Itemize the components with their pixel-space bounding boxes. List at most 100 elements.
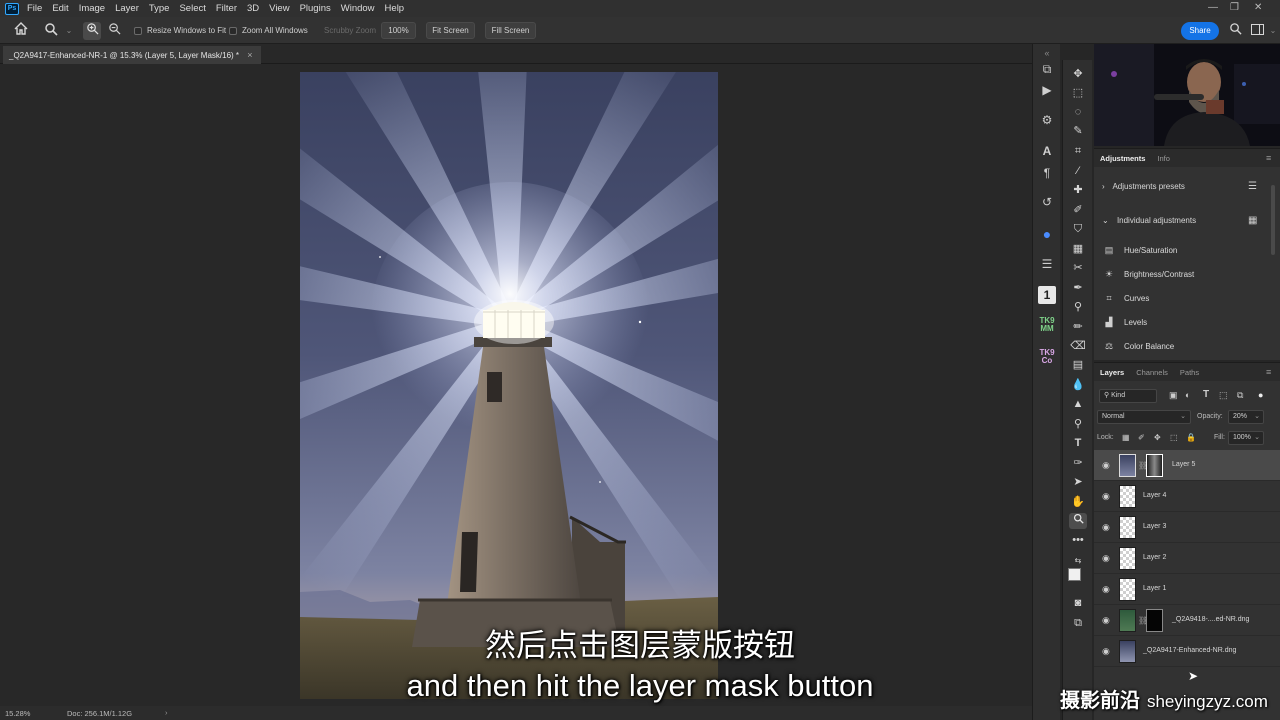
zoom-100-button[interactable]: 100%: [381, 22, 416, 39]
brush-tool-icon[interactable]: ✐: [1069, 202, 1087, 218]
layer-mask-thumbnail[interactable]: [1146, 609, 1163, 632]
plugin-circle-icon[interactable]: ●: [1038, 225, 1056, 243]
history-brush-icon[interactable]: ⧉: [1038, 60, 1056, 78]
eye-icon[interactable]: ◉: [1102, 553, 1112, 563]
character-icon[interactable]: A: [1038, 142, 1056, 160]
menu-layer[interactable]: Layer: [115, 3, 139, 14]
layer-row-layer-5[interactable]: ◉ ⛓ Layer 5: [1094, 450, 1280, 481]
adjustment-color-balance[interactable]: ⚖ Color Balance: [1102, 341, 1174, 352]
menu-filter[interactable]: Filter: [216, 3, 237, 14]
zoom-tool-icon[interactable]: [42, 22, 60, 40]
filter-type-icon[interactable]: T: [1203, 389, 1209, 400]
lock-position-icon[interactable]: ✥: [1154, 433, 1161, 442]
lasso-tool-icon[interactable]: ◌: [1069, 104, 1087, 120]
tab-channels[interactable]: Channels: [1136, 368, 1168, 377]
filter-toggle-icon[interactable]: ●: [1258, 390, 1263, 400]
layer-row-layer-2[interactable]: ◉ Layer 2: [1094, 543, 1280, 574]
marquee-tool-icon[interactable]: ⬚: [1069, 85, 1087, 101]
foreground-color-swatch[interactable]: [1068, 568, 1081, 581]
share-button[interactable]: Share: [1181, 22, 1219, 40]
fit-screen-button[interactable]: Fit Screen: [426, 22, 475, 39]
status-zoom[interactable]: 15.28%: [5, 709, 30, 718]
history-icon[interactable]: ↺: [1038, 193, 1056, 211]
pen-tool-icon[interactable]: ✑: [1069, 455, 1087, 471]
menu-window[interactable]: Window: [341, 3, 375, 14]
tk9-mm-icon[interactable]: TK9 MM: [1038, 317, 1056, 335]
adjustments-presets-row[interactable]: › Adjustments presets: [1102, 182, 1185, 191]
dodge-tool-icon[interactable]: ⚲: [1069, 416, 1087, 432]
stamp-tool-icon[interactable]: ⚲: [1069, 299, 1087, 315]
layer-row-layer-4[interactable]: ◉ Layer 4: [1094, 481, 1280, 512]
close-tab-icon[interactable]: ×: [247, 50, 252, 60]
sliders-icon[interactable]: ☰: [1038, 255, 1056, 273]
lock-all-icon[interactable]: 🔒: [1186, 433, 1196, 442]
resize-windows-checkbox[interactable]: Resize Windows to Fit: [134, 26, 226, 35]
individual-adjustments-row[interactable]: ⌄ Individual adjustments: [1102, 216, 1196, 225]
screen-mode-icon[interactable]: ⧉: [1069, 615, 1087, 631]
filter-shape-icon[interactable]: ⬚: [1219, 390, 1228, 401]
chevron-down-icon[interactable]: ⌄: [1264, 22, 1280, 40]
fill-input[interactable]: 100% ⌄: [1228, 431, 1264, 445]
tab-info[interactable]: Info: [1157, 154, 1170, 163]
layer-row-q2a9417[interactable]: ◉ _Q2A9417-Enhanced-NR.dng: [1094, 636, 1280, 667]
menu-type[interactable]: Type: [149, 3, 170, 14]
properties-icon[interactable]: ⚙: [1038, 111, 1056, 129]
eye-icon[interactable]: ◉: [1102, 460, 1112, 470]
menu-file[interactable]: File: [27, 3, 42, 14]
zoom-all-windows-checkbox[interactable]: Zoom All Windows: [229, 26, 308, 35]
adjustment-levels[interactable]: ▟ Levels: [1102, 317, 1148, 328]
adjustment-curves[interactable]: ⌗ Curves: [1102, 293, 1149, 304]
menu-edit[interactable]: Edit: [52, 3, 68, 14]
document-tab[interactable]: _Q2A9417-Enhanced-NR-1 @ 15.3% (Layer 5,…: [3, 46, 261, 64]
type-tool-icon[interactable]: T: [1069, 435, 1087, 451]
chevron-right-icon[interactable]: ›: [165, 708, 168, 717]
layer-filter-kind-select[interactable]: ⚲ Kind: [1099, 389, 1157, 403]
art-brush-tool-icon[interactable]: ✒: [1069, 280, 1087, 296]
adjustment-brightness-contrast[interactable]: ☀ Brightness/Contrast: [1102, 269, 1194, 280]
healing-brush-tool-icon[interactable]: ✏: [1069, 319, 1087, 335]
list-view-icon[interactable]: ☰: [1248, 181, 1257, 192]
eye-icon[interactable]: ◉: [1102, 522, 1112, 532]
filter-pixel-icon[interactable]: ▣: [1169, 390, 1178, 401]
blend-mode-select[interactable]: Normal ⌄: [1097, 410, 1191, 424]
spot-healing-tool-icon[interactable]: ✚: [1069, 182, 1087, 198]
eye-icon[interactable]: ◉: [1102, 491, 1112, 501]
grid-view-icon[interactable]: ▦: [1248, 215, 1257, 226]
zoom-out-icon[interactable]: [105, 22, 123, 40]
menu-view[interactable]: View: [269, 3, 289, 14]
gradient-tool-icon[interactable]: ▤: [1069, 357, 1087, 373]
crop-tool-icon[interactable]: ⌗: [1069, 143, 1087, 159]
pattern-tool-icon[interactable]: ▦: [1069, 241, 1087, 257]
eye-icon[interactable]: ◉: [1102, 646, 1112, 656]
panel-menu-icon[interactable]: ≡: [1266, 367, 1271, 377]
path-select-tool-icon[interactable]: ➤: [1069, 474, 1087, 490]
move-tool-icon[interactable]: ✥: [1069, 66, 1087, 82]
quick-select-tool-icon[interactable]: ✎: [1069, 123, 1087, 139]
layer-row-layer-1[interactable]: ◉ Layer 1: [1094, 574, 1280, 605]
eye-icon[interactable]: ◉: [1102, 584, 1112, 594]
history-brush-tool-icon[interactable]: ✂: [1069, 260, 1087, 276]
filter-smart-object-icon[interactable]: ⧉: [1237, 390, 1243, 401]
paragraph-icon[interactable]: ¶: [1038, 164, 1056, 182]
layer-row-q2a9418[interactable]: ◉ ⛓ _Q2A9418-....ed-NR.dng: [1094, 605, 1280, 636]
tab-paths[interactable]: Paths: [1180, 368, 1199, 377]
eraser-tool-icon[interactable]: ⌫: [1069, 338, 1087, 354]
menu-select[interactable]: Select: [179, 3, 205, 14]
tab-adjustments[interactable]: Adjustments: [1100, 154, 1145, 163]
adjustment-hue-saturation[interactable]: ▤ Hue/Saturation: [1102, 245, 1178, 256]
opacity-input[interactable]: 20% ⌄: [1228, 410, 1264, 424]
close-window-icon[interactable]: ✕: [1254, 2, 1262, 13]
actions-play-icon[interactable]: ▶: [1038, 81, 1056, 99]
eyedropper-tool-icon[interactable]: ⁄: [1069, 163, 1087, 179]
chevron-down-icon[interactable]: ⌄: [60, 22, 78, 40]
tab-layers[interactable]: Layers: [1100, 368, 1124, 377]
zoom-tool-active-icon[interactable]: [1069, 513, 1087, 529]
layer-mask-thumbnail[interactable]: [1146, 454, 1163, 477]
menu-plugins[interactable]: Plugins: [300, 3, 331, 14]
adjustments-scrollbar[interactable]: [1271, 185, 1275, 255]
layer-row-layer-3[interactable]: ◉ Layer 3: [1094, 512, 1280, 543]
filter-adjustment-icon[interactable]: ◐: [1185, 390, 1190, 400]
more-tools-icon[interactable]: •••: [1069, 532, 1087, 548]
home-icon[interactable]: [12, 22, 30, 40]
eye-icon[interactable]: ◉: [1102, 615, 1112, 625]
